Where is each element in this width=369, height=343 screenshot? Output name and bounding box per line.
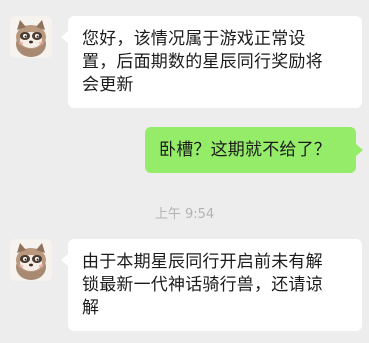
contact-avatar[interactable] (10, 16, 52, 58)
message-text-line: 卧槽？这期就不给了？ (159, 140, 331, 160)
message-text-line: 您好，该情况属于游戏正常设 (82, 29, 306, 49)
message-text-line: 锁最新一代神话骑行兽，还请谅 (82, 275, 323, 295)
message-text-line: 由于本期星辰同行开启前未有解 (82, 252, 323, 272)
contact-avatar[interactable] (10, 239, 52, 281)
incoming-message-bubble[interactable]: 您好，该情况属于游戏正常设 置，后面期数的星辰同行奖励将 会更新 (68, 16, 362, 108)
incoming-message-bubble[interactable]: 由于本期星辰同行开启前未有解 锁最新一代神话骑行兽，还请谅 解 (68, 239, 362, 331)
bubble-tail (61, 254, 68, 266)
outgoing-message-bubble[interactable]: 卧槽？这期就不给了？ (145, 127, 356, 173)
raccoon-avatar-icon (10, 16, 52, 58)
message-timestamp: 上午 9:54 (154, 207, 215, 222)
bubble-tail (61, 31, 68, 43)
bubble-tail (356, 144, 363, 156)
raccoon-avatar-icon (10, 239, 52, 281)
message-text-line: 会更新 (82, 75, 134, 95)
message-text-line: 置，后面期数的星辰同行奖励将 (82, 52, 323, 72)
message-text-line: 解 (82, 298, 100, 318)
